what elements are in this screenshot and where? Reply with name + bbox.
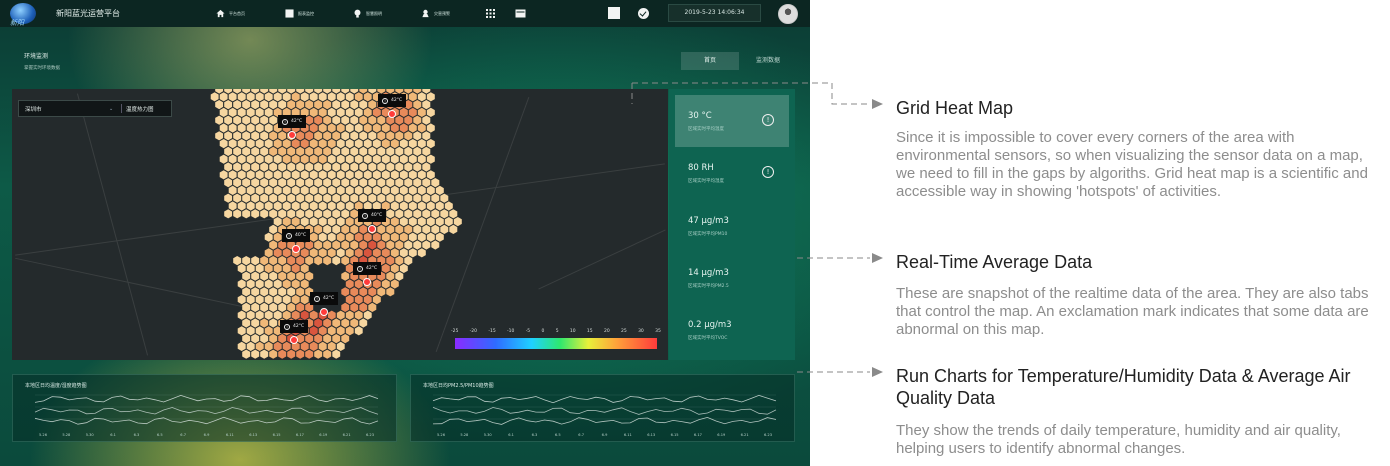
annotation-body: Since it is impossible to cover every co… <box>896 129 1368 200</box>
annotation-body: These are snapshot of the realtime data … <box>896 285 1369 338</box>
annotation-heading: Run Charts for Temperature/Humidity Data… <box>896 366 1351 408</box>
arrow-icon <box>872 99 883 109</box>
arrow-icon <box>872 253 883 263</box>
annotation-heading: Real-Time Average Data <box>896 252 1093 272</box>
annotation-heading: Grid Heat Map <box>896 98 1014 118</box>
annotation-body: They show the trends of daily temperatur… <box>896 422 1341 457</box>
arrow-icon <box>872 367 883 377</box>
